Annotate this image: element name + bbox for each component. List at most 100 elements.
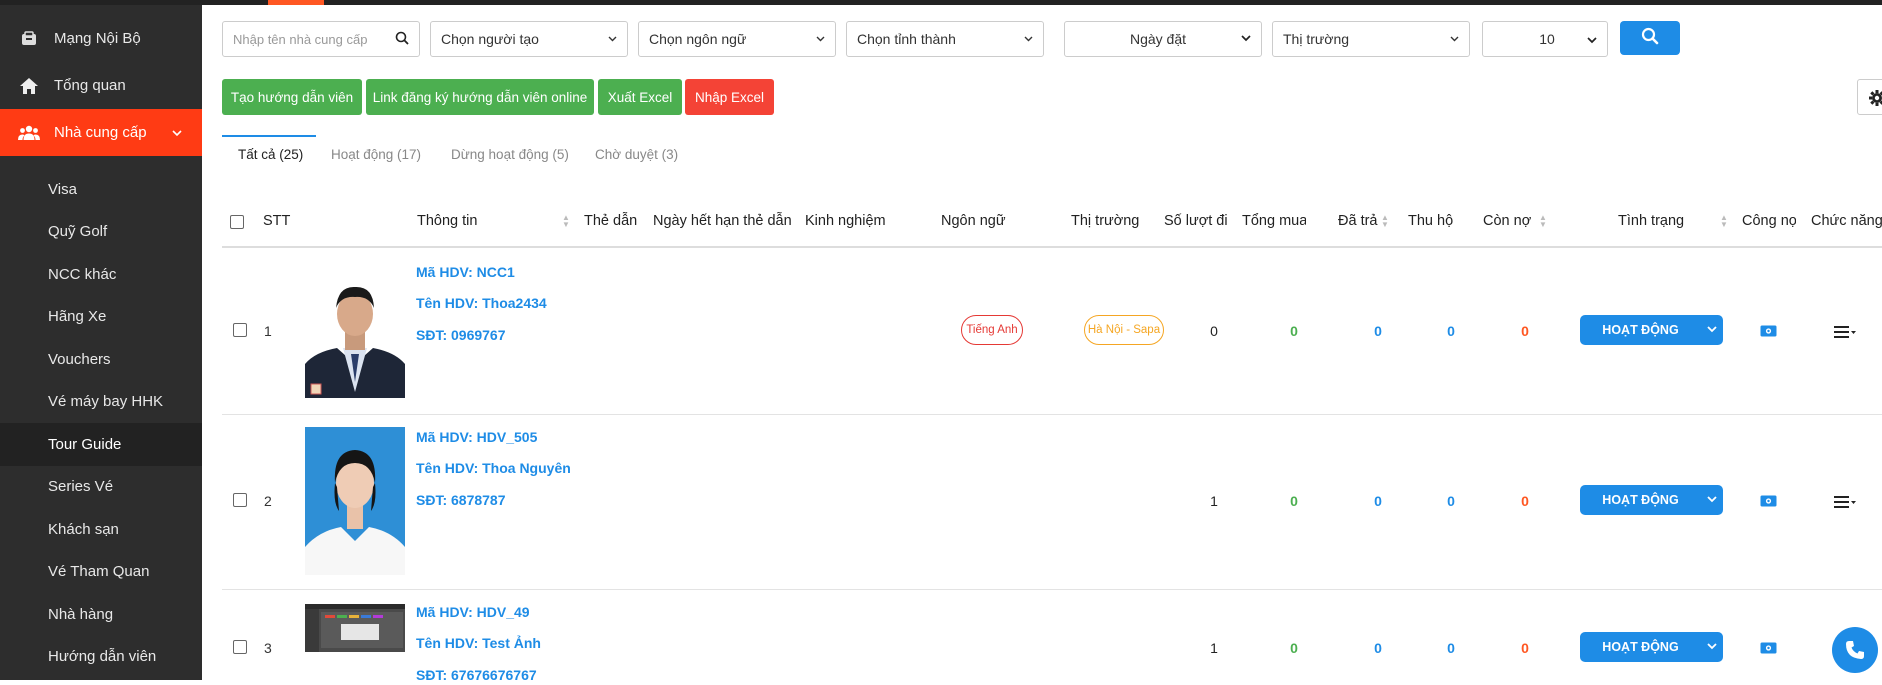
sidebar-item-overview[interactable]: Tổng quan — [0, 62, 202, 109]
select-all-checkbox[interactable] — [230, 215, 244, 229]
sidebar-subitem-series[interactable]: Series Vé — [0, 466, 202, 509]
creator-select-value: Chọn người tạo — [441, 31, 539, 47]
export-excel-label: Xuất Excel — [607, 89, 673, 105]
row-checkbox[interactable] — [233, 493, 247, 507]
sidebar-subitem-guide[interactable]: Hướng dẫn viên — [0, 636, 202, 679]
tab-label: Dừng hoạt động (5) — [451, 147, 569, 162]
sidebar-subitem-restaurant[interactable]: Nhà hàng — [0, 593, 202, 636]
tab-all[interactable]: Tất cả (25) — [238, 147, 303, 162]
sidebar-subitem-vouchers[interactable]: Vouchers — [0, 338, 202, 381]
sidebar-subitem-hotel[interactable]: Khách sạn — [0, 508, 202, 551]
sidebar-subitem-airline[interactable]: Vé máy bay HHK — [0, 381, 202, 424]
chevron-down-icon — [816, 33, 825, 45]
guide-phone[interactable]: SĐT: 67676676767 — [416, 667, 537, 683]
guide-code[interactable]: Mã HDV: HDV_505 — [416, 429, 537, 445]
sidebar-subitem-golf[interactable]: Quỹ Golf — [0, 211, 202, 254]
market-select[interactable]: Thị trường — [1272, 21, 1470, 57]
money-icon[interactable] — [1760, 494, 1777, 507]
guide-name[interactable]: Tên HDV: Test Ảnh — [416, 635, 541, 651]
collected-value: 0 — [1447, 493, 1455, 509]
row-checkbox[interactable] — [233, 323, 247, 337]
chevron-down-icon — [1024, 33, 1033, 45]
table-row: 2 Mã HDV: HDV_505 Tên HDV: Thoa Nguyên S… — [222, 415, 1882, 590]
sidebar-subitem-car[interactable]: Hãng Xe — [0, 296, 202, 339]
row-stt: 2 — [264, 493, 272, 509]
debt-value: 0 — [1521, 640, 1529, 656]
sidebar-subitem-tour-guide[interactable]: Tour Guide — [0, 423, 202, 466]
total-buy-value: 0 — [1290, 323, 1298, 339]
active-tab-indicator — [222, 135, 316, 137]
sidebar-subitem-label: NCC khác — [48, 265, 117, 283]
supplier-search-placeholder: Nhập tên nhà cung cấp — [233, 31, 368, 47]
sort-icon[interactable]: ▲ ▼ — [1381, 214, 1389, 229]
search-button[interactable] — [1620, 21, 1680, 55]
sidebar-subitem-label: Nhà hàng — [48, 605, 114, 623]
date-sort-select[interactable]: Ngày đặt — [1064, 21, 1262, 57]
header-debt: Còn nợ — [1483, 213, 1532, 229]
sort-icon[interactable]: ▲ ▼ — [1720, 214, 1728, 229]
sidebar-subitem-visa[interactable]: Visa — [0, 168, 202, 211]
sidebar-subitem-label: Tour Guide — [48, 435, 122, 453]
table-row: 3 Mã HDV: HDV_49 Tên HDV: Test Ảnh SĐT: … — [222, 590, 1882, 685]
province-select[interactable]: Chọn tỉnh thành — [846, 21, 1044, 57]
import-excel-button[interactable]: Nhập Excel — [685, 79, 774, 115]
creator-select[interactable]: Chọn người tạo — [430, 21, 628, 57]
language-select[interactable]: Chọn ngôn ngữ — [638, 21, 836, 57]
header-info[interactable]: Thông tin — [417, 213, 477, 229]
header-trips: Số lượt đi — [1164, 213, 1228, 229]
tab-inactive[interactable]: Dừng hoạt động (5) — [451, 147, 569, 162]
export-excel-button[interactable]: Xuất Excel — [598, 79, 682, 115]
sidebar-subitem-ncc-other[interactable]: NCC khác — [0, 253, 202, 296]
register-link-button[interactable]: Link đăng ký hướng dẫn viên online — [366, 79, 594, 115]
row-checkbox[interactable] — [233, 640, 247, 654]
header-function: Chức năng — [1811, 213, 1882, 229]
home-icon — [18, 75, 40, 97]
header-stt: STT — [263, 213, 291, 229]
status-label: HOẠT ĐỘNG — [1602, 640, 1679, 654]
sort-icon[interactable]: ▲ ▼ — [1539, 214, 1547, 229]
sidebar-item-label: Nhà cung cấp — [54, 124, 147, 141]
sidebar-item-suppliers[interactable]: Nhà cung cấp — [0, 109, 202, 156]
phone-icon — [1845, 640, 1865, 665]
province-select-value: Chọn tỉnh thành — [857, 31, 956, 47]
guide-name[interactable]: Tên HDV: Thoa Nguyên — [416, 460, 571, 476]
status-dropdown[interactable]: HOẠT ĐỘNG — [1580, 632, 1723, 662]
paid-value: 0 — [1374, 640, 1382, 656]
chevron-down-icon — [1587, 31, 1597, 47]
sidebar-subitem-sightseeing[interactable]: Vé Tham Quan — [0, 551, 202, 594]
supplier-search-input[interactable]: Nhập tên nhà cung cấp — [222, 21, 420, 57]
status-dropdown[interactable]: HOẠT ĐỘNG — [1580, 485, 1723, 515]
menu-icon[interactable] — [1834, 325, 1856, 339]
sort-icon[interactable]: ▲ ▼ — [562, 214, 570, 229]
users-icon — [18, 122, 40, 144]
guide-phone[interactable]: SĐT: 0969767 — [416, 327, 506, 343]
tab-pending[interactable]: Chờ duyệt (3) — [595, 147, 678, 162]
settings-button[interactable] — [1857, 79, 1882, 115]
sidebar-subitem-label: Hướng dẫn viên — [48, 648, 157, 666]
guide-photo — [305, 604, 405, 652]
search-icon[interactable] — [395, 31, 409, 48]
language-badge: Tiếng Anh — [961, 315, 1023, 345]
page-size-select[interactable]: 10 — [1482, 21, 1608, 57]
create-guide-button[interactable]: Tạo hướng dẫn viên — [222, 79, 362, 115]
status-dropdown[interactable]: HOẠT ĐỘNG — [1580, 315, 1723, 345]
gear-icon — [1868, 89, 1882, 112]
collected-value: 0 — [1447, 640, 1455, 656]
total-buy-value: 0 — [1290, 493, 1298, 509]
tab-active[interactable]: Hoạt động (17) — [331, 147, 421, 162]
header-collected: Thu hộ — [1408, 213, 1454, 229]
money-icon[interactable] — [1760, 641, 1777, 654]
menu-icon[interactable] — [1834, 495, 1856, 509]
main-content: Nhập tên nhà cung cấp Chọn người tạo Chọ… — [202, 5, 1882, 683]
sidebar: Mạng Nội Bộ Tổng quan Nhà cung cấp Visa … — [0, 5, 202, 680]
guide-photo — [305, 427, 405, 575]
guide-code[interactable]: Mã HDV: NCC1 — [416, 264, 515, 280]
debt-value: 0 — [1521, 493, 1529, 509]
guide-phone[interactable]: SĐT: 6878787 — [416, 492, 506, 508]
phone-call-button[interactable] — [1832, 627, 1878, 673]
sidebar-item-intranet[interactable]: Mạng Nội Bộ — [0, 15, 202, 62]
guide-code[interactable]: Mã HDV: HDV_49 — [416, 604, 530, 620]
header-receivable: Công nợ — [1742, 213, 1796, 229]
money-icon[interactable] — [1760, 324, 1777, 337]
guide-name[interactable]: Tên HDV: Thoa2434 — [416, 295, 547, 311]
